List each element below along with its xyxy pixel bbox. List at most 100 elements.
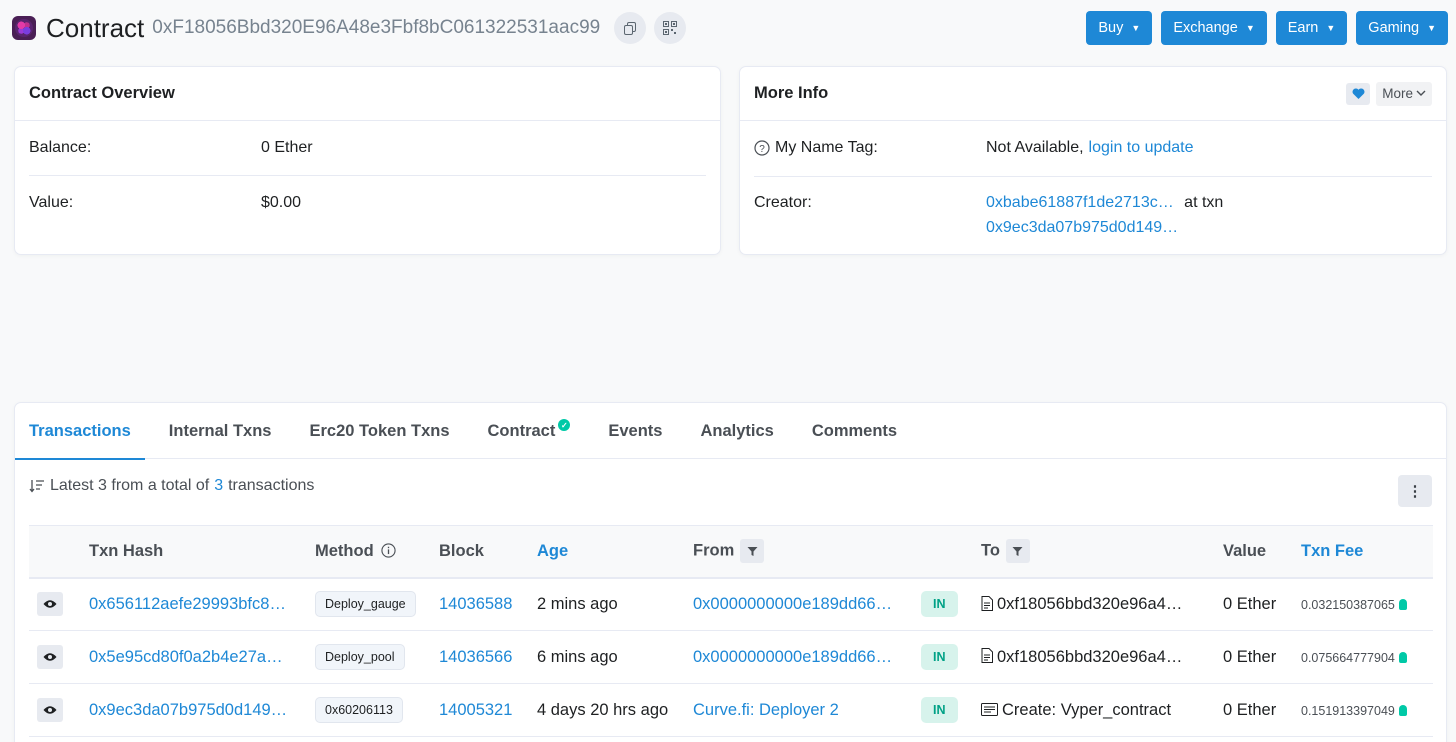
txn-hash-link[interactable]: 0x656112aefe29993bfc8… (89, 595, 286, 614)
tab-contract[interactable]: Contract ✓ (474, 403, 585, 459)
tab-erc20-token-txns[interactable]: Erc20 Token Txns (296, 403, 464, 459)
from-address-link[interactable]: Curve.fi: Deployer 2 (693, 701, 839, 720)
txn-fee-text: 0.151913397049 (1301, 703, 1395, 718)
to-filter-button[interactable] (1005, 539, 1030, 564)
header-txn-hash: Txn Hash (89, 541, 164, 560)
header-value: Value (1223, 541, 1267, 560)
transactions-summary: Latest 3 from a total of 3 transactions (29, 477, 314, 495)
info-icon[interactable] (381, 543, 396, 558)
qr-code-icon (663, 21, 678, 35)
header-method: Method (307, 526, 431, 578)
help-circle-icon[interactable]: ? (754, 140, 770, 156)
balance-value: 0 Ether (261, 139, 313, 156)
earn-button-label: Earn (1287, 20, 1319, 36)
summary-count-link[interactable]: 3 (214, 477, 223, 495)
login-to-update-link[interactable]: login to update (1089, 139, 1194, 157)
txn-fee-text: 0.075664777904 (1301, 650, 1395, 665)
favorite-button[interactable] (1346, 82, 1371, 105)
qr-code-button[interactable] (654, 12, 687, 44)
to-address-text: 0xf18056bbd320e96a48… (997, 594, 1185, 613)
chevron-down-icon: ▼ (1245, 23, 1255, 33)
contract-create-icon (981, 703, 998, 717)
view-details-button[interactable] (37, 592, 63, 617)
txn-hash-link[interactable]: 0x5e95cd80f0a2b4e27a… (89, 648, 283, 667)
heart-icon (1352, 87, 1365, 99)
tab-bar: Transactions Internal Txns Erc20 Token T… (15, 403, 1446, 460)
gaming-button[interactable]: Gaming ▼ (1356, 11, 1448, 45)
buy-button-label: Buy (1098, 20, 1124, 36)
header-to-label: To (981, 541, 1000, 560)
chevron-down-icon: ▼ (1326, 23, 1336, 33)
block-link[interactable]: 14036566 (439, 648, 512, 666)
creator-txn-link[interactable]: 0x9ec3da07b975d0d149… (986, 219, 1178, 236)
exchange-button[interactable]: Exchange ▼ (1161, 11, 1267, 45)
tab-internal-txns[interactable]: Internal Txns (155, 403, 286, 459)
gas-bulb-icon (1398, 598, 1407, 610)
contract-overview-title: Contract Overview (15, 67, 720, 121)
header-from-label: From (693, 541, 735, 560)
sort-descending-icon (29, 480, 44, 493)
txn-hash-link[interactable]: 0x9ec3da07b975d0d149… (89, 701, 287, 720)
gas-bulb-icon (1398, 704, 1407, 716)
contract-file-icon (981, 648, 993, 664)
to-address-text: Create: Vyper_contract (1002, 700, 1172, 719)
copy-icon (623, 21, 636, 35)
eye-icon (43, 600, 57, 608)
from-address-link[interactable]: 0x0000000000e189dd66… (693, 595, 892, 614)
buy-button[interactable]: Buy ▼ (1086, 11, 1153, 45)
tab-comments[interactable]: Comments (798, 403, 911, 459)
tab-events[interactable]: Events (594, 403, 676, 459)
header-age[interactable]: Age (529, 526, 685, 578)
chevron-down-icon: ▼ (1131, 23, 1141, 33)
filter-icon (747, 546, 758, 556)
divider (29, 175, 706, 176)
contract-logo-icon (12, 16, 36, 40)
table-options-button[interactable]: ⋮ (1398, 475, 1432, 507)
svg-text:?: ? (759, 144, 765, 155)
header-block: Block (439, 541, 484, 560)
method-badge: Deploy_pool (315, 644, 405, 670)
value-text: 0 Ether (1223, 647, 1277, 666)
age-text: 6 mins ago (537, 647, 618, 666)
view-details-button[interactable] (37, 645, 63, 669)
method-badge: 0x60206113 (315, 697, 403, 723)
chevron-down-icon: ▼ (1427, 23, 1436, 33)
tab-analytics[interactable]: Analytics (686, 403, 787, 459)
header-txn-fee[interactable]: Txn Fee (1293, 526, 1433, 578)
creator-address-link[interactable]: 0xbabe61887f1de2713c… (986, 194, 1174, 211)
exchange-button-label: Exchange (1173, 20, 1238, 36)
more-dropdown-label: More (1382, 86, 1413, 101)
method-badge: Deploy_gauge (315, 591, 416, 618)
header-direction (913, 526, 973, 578)
header-method-label: Method (315, 541, 374, 560)
contract-address: 0xF18056Bbd320E96A48e3Fbf8bC061322531aac… (152, 17, 601, 38)
value-text: 0 Ether (1223, 700, 1277, 719)
divider (754, 176, 1432, 177)
view-details-button[interactable] (37, 698, 63, 722)
gaming-button-label: Gaming (1368, 20, 1420, 36)
value-value: $0.00 (261, 194, 302, 211)
earn-button[interactable]: Earn ▼ (1275, 11, 1348, 45)
block-link[interactable]: 14036588 (439, 595, 512, 613)
more-dropdown-button[interactable]: More (1376, 81, 1432, 106)
from-filter-button[interactable] (740, 539, 765, 564)
to-address-text: 0xf18056bbd320e96a48… (997, 647, 1185, 666)
direction-badge: IN (921, 644, 958, 670)
verified-check-icon: ✓ (558, 419, 571, 431)
gas-bulb-icon (1398, 651, 1407, 663)
from-address-link[interactable]: 0x0000000000e189dd66… (693, 648, 892, 667)
transactions-table: Txn Hash Method Block Age From To Value … (29, 525, 1433, 737)
value-label: Value: (29, 194, 74, 211)
balance-label: Balance: (29, 139, 92, 156)
name-tag-value: Not Available, (986, 139, 1084, 156)
block-link[interactable]: 14005321 (439, 701, 512, 719)
tab-transactions[interactable]: Transactions (15, 403, 145, 460)
filter-icon (1012, 546, 1023, 556)
summary-suffix: transactions (228, 477, 315, 494)
creator-at-txn-text: at txn (1184, 194, 1224, 211)
more-info-header: More Info More (740, 67, 1446, 121)
name-tag-label: My Name Tag: (775, 139, 878, 156)
more-vertical-icon: ⋮ (1407, 483, 1423, 500)
transactions-card: Transactions Internal Txns Erc20 Token T… (14, 402, 1447, 742)
copy-address-button[interactable] (614, 12, 647, 44)
